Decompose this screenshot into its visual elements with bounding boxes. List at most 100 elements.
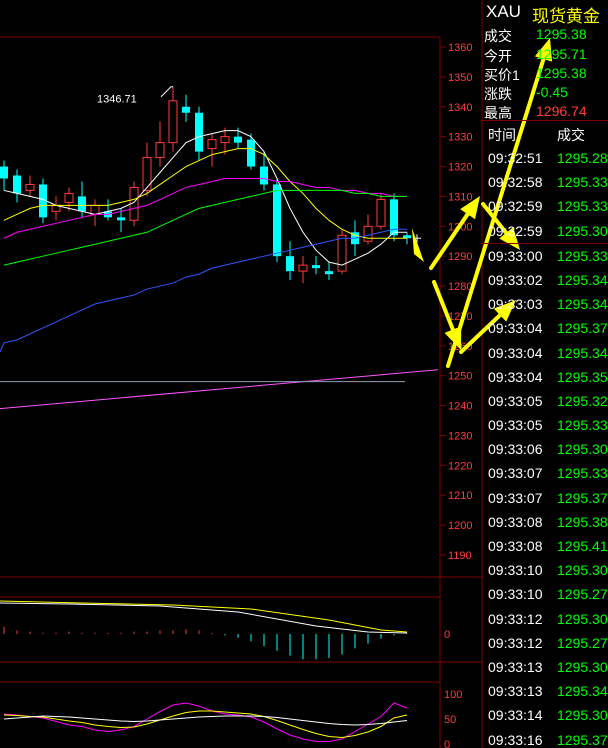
tick-price: 1295.27 — [557, 634, 608, 651]
candle-body — [90, 204, 100, 215]
tick-time: 09:32:51 — [488, 150, 543, 166]
price-axis-label: 1230 — [448, 430, 472, 442]
price-axis-label: 1360 — [448, 42, 472, 54]
symbol-code: XAU — [486, 2, 521, 21]
kdj-axis-label: 0 — [444, 739, 450, 748]
tick-price: 1295.28 — [557, 150, 608, 166]
price-axis-label: 1350 — [448, 72, 472, 84]
stat-open: 今开 1295.71 — [482, 44, 608, 64]
tick-row[interactable]: 09:33:10 1295.27 — [482, 582, 608, 606]
tick-price: 1295.35 — [557, 368, 608, 385]
tick-time: 09:33:08 — [488, 513, 543, 530]
stat-value: 1296.74 — [536, 103, 587, 119]
candle-body — [142, 157, 152, 191]
tick-row[interactable]: 09:33:04 1295.37 — [482, 316, 608, 340]
macd-zero-label: 0 — [444, 629, 450, 641]
candle-body — [337, 234, 347, 272]
candle-body — [168, 100, 178, 144]
price-column-header: 成交 — [557, 127, 585, 143]
tick-time: 09:33:02 — [488, 271, 543, 288]
tick-row[interactable]: 09:33:05 1295.33 — [482, 413, 608, 437]
tick-row[interactable]: 09:33:13 1295.34 — [482, 679, 608, 703]
tick-row[interactable]: 09:33:04 1295.35 — [482, 365, 608, 389]
tick-price: 1295.33 — [557, 198, 608, 215]
tick-row[interactable]: 09:33:02 1295.34 — [482, 268, 608, 292]
tick-time: 09:33:03 — [488, 296, 543, 313]
candle-body — [376, 198, 386, 227]
tick-time: 09:33:12 — [488, 634, 543, 651]
moving-average-line — [3, 228, 407, 344]
tick-row[interactable]: 09:33:08 1295.41 — [482, 534, 608, 558]
quote-title: XAU 现货黄金 — [482, 0, 608, 26]
candle-body — [13, 175, 21, 194]
tick-row[interactable]: 09:32:58 1295.33 — [482, 170, 608, 194]
high-annotation-leader — [160, 86, 173, 98]
tick-row[interactable]: 09:33:12 1295.27 — [482, 631, 608, 655]
candle-body — [234, 136, 242, 143]
price-axis-label: 1210 — [448, 490, 472, 502]
tick-time: 09:33:07 — [488, 465, 543, 482]
tick-row[interactable]: 09:33:16 1295.37 — [482, 728, 608, 748]
tick-price: 1295.37 — [557, 320, 608, 337]
tick-time: 09:33:12 — [488, 610, 543, 627]
tick-row[interactable]: 09:33:13 1295.30 — [482, 655, 608, 679]
tick-row[interactable]: 09:33:00 1295.33 — [482, 242, 608, 268]
tick-row[interactable]: 09:33:08 1295.38 — [482, 510, 608, 534]
tick-row[interactable]: 09:32:59 1295.33 — [482, 194, 608, 218]
tick-row[interactable]: 09:32:51 1295.28 — [482, 146, 608, 170]
tick-row[interactable]: 09:33:04 1295.34 — [482, 341, 608, 365]
tick-row[interactable]: 09:33:07 1295.37 — [482, 486, 608, 510]
tick-row[interactable]: 09:33:07 1295.33 — [482, 461, 608, 485]
tick-time: 09:33:07 — [488, 489, 543, 506]
long-period-line — [0, 369, 439, 410]
tick-list[interactable]: 09:32:51 1295.28 09:32:58 1295.33 09:32:59 12… — [482, 146, 608, 748]
candle-body — [312, 265, 320, 269]
stat-high: 最高 1296.74 — [482, 101, 608, 121]
price-axis-label: 1340 — [448, 102, 472, 114]
tick-row[interactable]: 09:32:59 1295.30 — [482, 219, 608, 243]
kdj-axis-label: 100 — [444, 689, 462, 701]
tick-time: 09:33:05 — [488, 392, 543, 409]
candle-group — [0, 86, 411, 284]
tick-price: 1295.34 — [557, 344, 608, 361]
candle-body — [0, 166, 8, 179]
tick-time: 09:32:59 — [488, 222, 543, 239]
moving-average-line — [3, 148, 407, 239]
moving-average-line — [3, 177, 407, 239]
tick-price: 1295.33 — [557, 174, 608, 191]
price-axis-label: 1200 — [448, 520, 472, 532]
candle-body — [325, 271, 333, 275]
tick-row[interactable]: 09:33:05 1295.32 — [482, 389, 608, 413]
stat-value: 1295.71 — [536, 46, 587, 62]
tick-row[interactable]: 09:33:14 1295.30 — [482, 703, 608, 727]
tick-time: 09:33:08 — [488, 538, 543, 554]
tick-row[interactable]: 09:33:10 1295.30 — [482, 558, 608, 582]
tick-time: 09:33:04 — [488, 368, 543, 385]
candle-body — [182, 106, 190, 113]
stat-label: 成交 — [484, 28, 512, 44]
candle-body — [25, 183, 35, 191]
tick-row[interactable]: 09:33:12 1295.30 — [482, 607, 608, 631]
tick-time: 09:32:58 — [488, 174, 543, 191]
tick-price: 1295.30 — [557, 562, 608, 579]
tick-price: 1295.41 — [557, 538, 608, 554]
candle-body — [195, 112, 203, 152]
tick-time: 09:33:04 — [488, 320, 543, 337]
high-annotation-label: 1346.71 — [97, 94, 137, 106]
macd-dea-line — [0, 600, 408, 633]
tick-price: 1295.37 — [557, 731, 608, 748]
moving-average-line — [0, 342, 5, 353]
price-axis-label: 1250 — [448, 371, 472, 383]
tick-row[interactable]: 09:33:06 1295.30 — [482, 437, 608, 461]
tick-time: 09:33:13 — [488, 683, 543, 700]
tick-price: 1295.27 — [557, 586, 608, 603]
tick-time: 09:32:59 — [488, 198, 543, 215]
tick-price: 1295.33 — [557, 417, 608, 434]
tick-time: 09:33:13 — [488, 658, 543, 675]
macd-dif-line — [0, 602, 408, 634]
candle-body — [363, 225, 373, 242]
tick-row[interactable]: 09:33:03 1295.34 — [482, 292, 608, 316]
candle-body — [260, 166, 268, 185]
tick-time: 09:33:10 — [488, 562, 543, 579]
price-axis-label: 1240 — [448, 401, 472, 413]
